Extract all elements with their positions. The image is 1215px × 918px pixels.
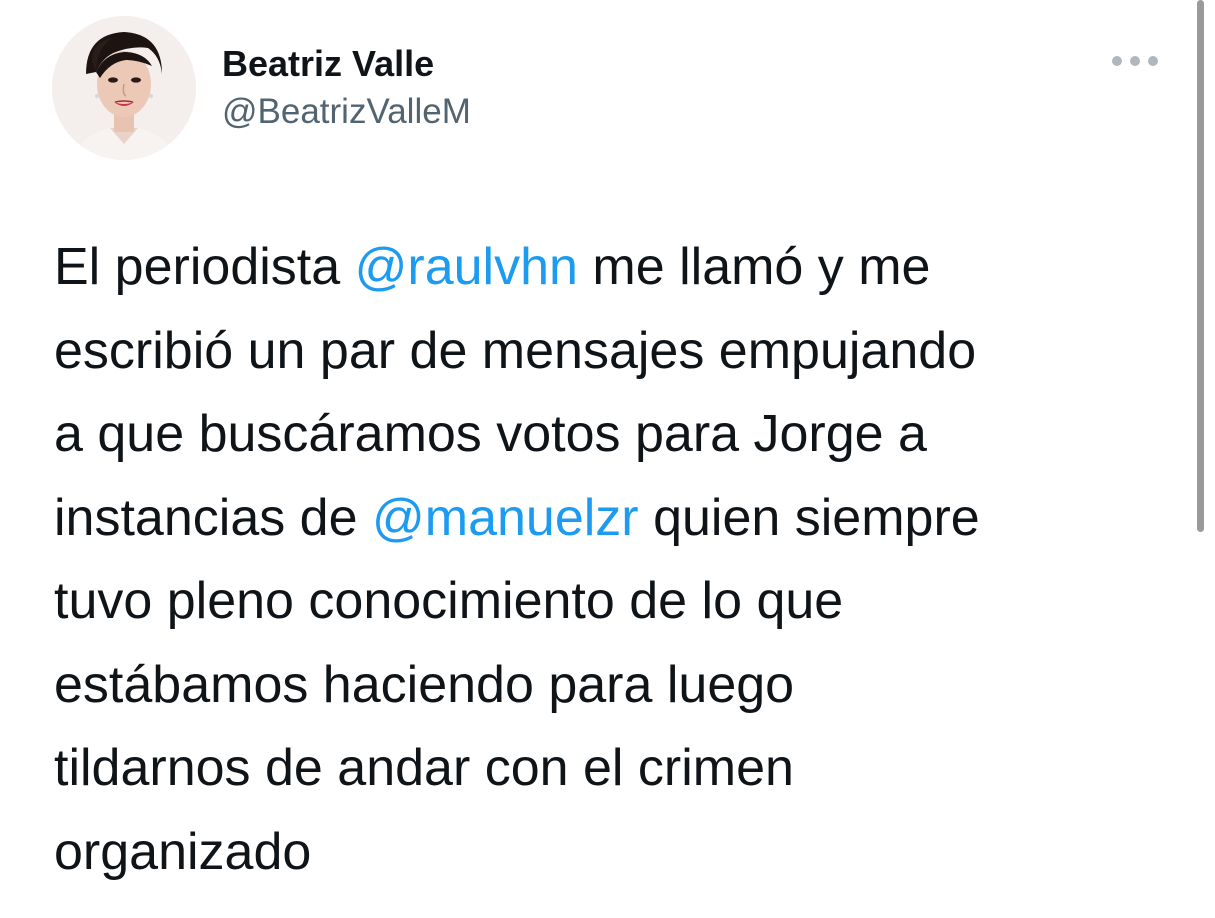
user-handle[interactable]: @BeatrizValleM (222, 90, 471, 134)
tweet-card: Beatriz Valle @BeatrizValleM El periodis… (0, 0, 1215, 918)
tweet-text-segment: tuvo pleno conocimiento de lo que (54, 572, 844, 630)
mention-link[interactable]: @raulvhn (355, 238, 578, 296)
tweet-text-line: tuvo pleno conocimiento de lo que (54, 560, 1184, 644)
tweet-text-segment: organizado (54, 822, 312, 881)
tweet-text-line: tildarnos de andar con el crimen (54, 727, 1184, 811)
mention-link[interactable]: @manuelzr (372, 489, 639, 547)
tweet-text-line: estábamos haciendo para luego (54, 644, 1184, 728)
more-options-button[interactable] (1108, 46, 1162, 76)
tweet-text-segment: quien siempre (638, 488, 980, 547)
tweet-text-line: escribió un par de mensajes empujando (54, 310, 1184, 394)
profile-photo-icon (52, 16, 196, 160)
display-name[interactable]: Beatriz Valle (222, 42, 471, 86)
author-block: Beatriz Valle @BeatrizValleM (222, 42, 471, 134)
ellipsis-icon (1112, 56, 1158, 66)
tweet-text-segment: El periodista (54, 238, 355, 296)
tweet-text: El periodista @raulvhn me llamó y me escr… (54, 226, 1184, 894)
tweet-text-line: El periodista @raulvhn me llamó y me (54, 226, 1184, 310)
tweet-text-segment: escribió un par de mensajes empujando (54, 321, 977, 380)
scrollbar[interactable] (1197, 0, 1204, 532)
tweet-text-segment: me llamó y me (577, 238, 931, 296)
tweet-text-line: instancias de @manuelzr quien siempre (54, 477, 1184, 561)
tweet-text-segment: instancias de (54, 488, 372, 547)
tweet-text-segment: estábamos haciendo para luego (54, 655, 795, 714)
tweet-text-segment: a que buscáramos votos para Jorge a (54, 405, 927, 463)
avatar[interactable] (52, 16, 196, 160)
tweet-text-line: a que buscáramos votos para Jorge a (54, 393, 1184, 477)
tweet-text-segment: tildarnos de andar con el crimen (54, 739, 794, 797)
tweet-text-line: organizado (54, 811, 1184, 895)
